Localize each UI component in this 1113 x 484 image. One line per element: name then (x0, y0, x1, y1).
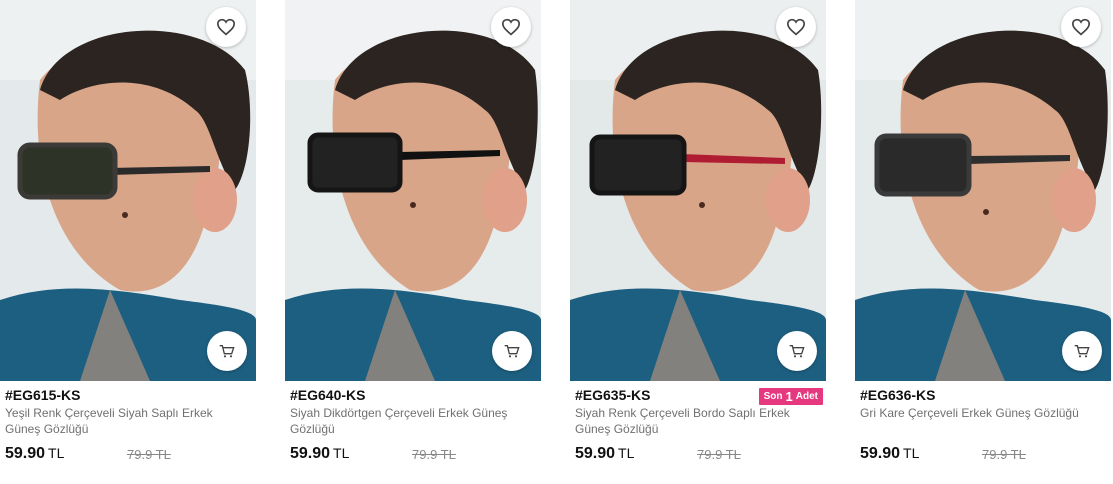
product-grid: #EG615-KS Yeşil Renk Çerçeveli Siyah Sap… (0, 0, 1113, 484)
product-code[interactable]: #EG635-KS (575, 386, 823, 404)
price-row: 59.90 TL 79.9 TL (5, 445, 253, 465)
product-photo (570, 0, 826, 381)
product-image[interactable] (0, 0, 256, 381)
old-price: 79.9 TL (697, 447, 741, 462)
product-info: #EG635-KS Siyah Renk Çerçeveli Bordo Sap… (575, 386, 823, 437)
add-to-cart-button[interactable] (1062, 331, 1102, 371)
favorite-button[interactable] (1061, 7, 1101, 47)
cart-icon (789, 345, 805, 358)
product-code[interactable]: #EG636-KS (860, 386, 1108, 404)
product-card[interactable]: #EG640-KS Siyah Dikdörtgen Çerçeveli Erk… (285, 0, 541, 484)
product-card[interactable]: #EG636-KS Gri Kare Çerçeveli Erkek Güneş… (855, 0, 1111, 484)
product-info: #EG636-KS Gri Kare Çerçeveli Erkek Güneş… (860, 386, 1108, 422)
glasses-lens (589, 134, 687, 196)
product-photo (855, 0, 1111, 381)
favorite-button[interactable] (776, 7, 816, 47)
product-image[interactable] (285, 0, 541, 381)
current-price: 59.90 TL (860, 445, 920, 462)
product-photo (285, 0, 541, 381)
product-name[interactable]: Siyah Dikdörtgen Çerçeveli Erkek Güneş G… (290, 406, 515, 437)
favorite-button[interactable] (206, 7, 246, 47)
product-code[interactable]: #EG640-KS (290, 386, 538, 404)
heart-icon (786, 18, 806, 36)
add-to-cart-button[interactable] (492, 331, 532, 371)
old-price: 79.9 TL (412, 447, 456, 462)
product-image[interactable] (570, 0, 826, 381)
current-price: 59.90 TL (5, 445, 65, 462)
add-to-cart-button[interactable] (207, 331, 247, 371)
heart-icon (216, 18, 236, 36)
product-photo (0, 0, 256, 381)
add-to-cart-button[interactable] (777, 331, 817, 371)
product-name[interactable]: Siyah Renk Çerçeveli Bordo Saplı Erkek G… (575, 406, 800, 437)
product-name[interactable]: Gri Kare Çerçeveli Erkek Güneş Gözlüğü (860, 406, 1085, 422)
product-card[interactable]: Son 1 Adet #EG635-KS Siyah Renk Çerçevel… (570, 0, 826, 484)
favorite-button[interactable] (491, 7, 531, 47)
cart-icon (1074, 345, 1090, 358)
glasses-lens (307, 132, 403, 193)
product-info: #EG640-KS Siyah Dikdörtgen Çerçeveli Erk… (290, 386, 538, 437)
heart-icon (1071, 18, 1091, 36)
glasses-lens (17, 142, 118, 200)
price-row: 59.90 TL 79.9 TL (860, 445, 1108, 465)
old-price: 79.9 TL (127, 447, 171, 462)
price-row: 59.90 TL 79.9 TL (290, 445, 538, 465)
cart-icon (504, 345, 520, 358)
product-name[interactable]: Yeşil Renk Çerçeveli Siyah Saplı Erkek G… (5, 406, 230, 437)
price-row: 59.90 TL 79.9 TL (575, 445, 823, 465)
old-price: 79.9 TL (982, 447, 1026, 462)
glasses-lens (874, 133, 972, 197)
cart-icon (219, 345, 235, 358)
current-price: 59.90 TL (290, 445, 350, 462)
product-image[interactable] (855, 0, 1111, 381)
product-card[interactable]: #EG615-KS Yeşil Renk Çerçeveli Siyah Sap… (0, 0, 256, 484)
current-price: 59.90 TL (575, 445, 635, 462)
heart-icon (501, 18, 521, 36)
product-info: #EG615-KS Yeşil Renk Çerçeveli Siyah Sap… (5, 386, 253, 437)
product-code[interactable]: #EG615-KS (5, 386, 253, 404)
